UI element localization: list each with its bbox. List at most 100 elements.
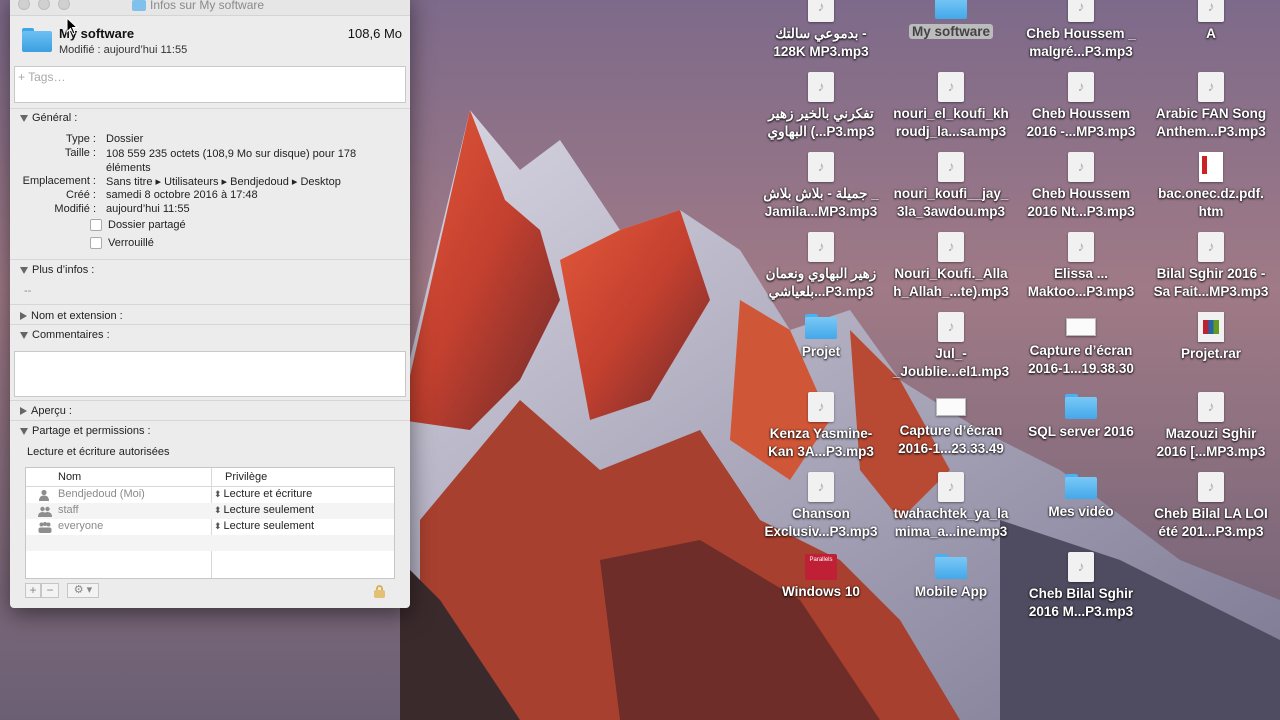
desktop-icon[interactable]: Jul_-_Joublie...el1.mp3 bbox=[885, 312, 1017, 381]
desktop-icon[interactable]: SQL server 2016 bbox=[1015, 392, 1147, 441]
disclosure-triangle-icon bbox=[20, 407, 27, 415]
desktop-icon[interactable]: زهير البهاوي ونعمانبلعياشي...P3.mp3 bbox=[755, 232, 887, 301]
desktop-icon-label: Mazouzi Sghir 2016 [...MP3.mp3 bbox=[1156, 426, 1266, 459]
remove-user-button[interactable]: − bbox=[41, 583, 59, 598]
desktop-icon[interactable]: Cheb Bilal LA LOIété 201...P3.mp3 bbox=[1145, 472, 1277, 541]
desktop-icon[interactable]: Arabic FAN SongAnthem...P3.mp3 bbox=[1145, 72, 1277, 141]
permission-row[interactable]: staff ⬍ Lecture seulement bbox=[26, 503, 394, 519]
privilege-popup[interactable]: ⬍ Lecture seulement bbox=[214, 520, 314, 532]
desktop-icon[interactable]: Mes vidéo bbox=[1015, 472, 1147, 521]
desktop-icon[interactable]: Cheb Houssem2016 Nt...P3.mp3 bbox=[1015, 152, 1147, 221]
desktop-icon[interactable]: Cheb Houssem2016 -...MP3.mp3 bbox=[1015, 72, 1147, 141]
desktop-icon-label: بدموعي سالتك -128K MP3.mp3 bbox=[773, 26, 869, 59]
privilege-popup[interactable]: ⬍ Lecture et écriture bbox=[214, 488, 312, 500]
screenshot-icon bbox=[936, 398, 966, 416]
privilege-popup[interactable]: ⬍ Lecture seulement bbox=[214, 504, 314, 516]
desktop-icon[interactable]: Elissa ...Maktoo...P3.mp3 bbox=[1015, 232, 1147, 301]
desktop-icon-label: Arabic FAN Song Anthem...P3.mp3 bbox=[1155, 106, 1267, 139]
more-info-value: -- bbox=[24, 285, 32, 297]
desktop-icon[interactable]: nouri_el_koufi_khroudj_la...sa.mp3 bbox=[885, 72, 1017, 141]
desktop-icon-label: تفكرني بالخير زهير البهاوي (...P3.mp3 bbox=[767, 106, 875, 139]
desktop-icon-label: Jul_- _Joublie...el1.mp3 bbox=[892, 346, 1010, 379]
disclosure-triangle-icon bbox=[20, 331, 28, 339]
desktop-icon[interactable]: twahachtek_ya_lamima_a...ine.mp3 bbox=[885, 472, 1017, 541]
desktop-icon-label: Cheb Houssem 2016 Nt...P3.mp3 bbox=[1027, 186, 1135, 219]
permission-row[interactable]: Bendjedoud (Moi) ⬍ Lecture et écriture bbox=[26, 487, 394, 503]
section-more-info-toggle[interactable]: Plus d’infos : bbox=[20, 264, 94, 276]
tags-field[interactable]: + Tags… bbox=[14, 66, 406, 103]
audio-file-icon bbox=[808, 152, 834, 182]
section-name-extension-toggle[interactable]: Nom et extension : bbox=[20, 310, 123, 322]
vm-icon: Parallels bbox=[805, 554, 837, 580]
desktop-icon[interactable]: bac.onec.dz.pdf. htm bbox=[1145, 152, 1277, 221]
audio-file-icon bbox=[1068, 0, 1094, 22]
audio-file-icon bbox=[1198, 0, 1224, 22]
audio-file-icon bbox=[808, 72, 834, 102]
shared-folder-checkbox[interactable]: Dossier partagé bbox=[90, 219, 186, 231]
action-gear-button[interactable]: ⚙ ▾ bbox=[67, 583, 99, 598]
zoom-button[interactable] bbox=[58, 0, 70, 10]
desktop-icon-label: Projet bbox=[801, 344, 841, 359]
desktop-icon-label: nouri_el_koufi_kh roudj_la...sa.mp3 bbox=[893, 106, 1009, 139]
permissions-toolbar: + − ⚙ ▾ bbox=[25, 583, 395, 599]
desktop-icon[interactable]: Nouri_Koufi._Allah_Allah_...te).mp3 bbox=[885, 232, 1017, 301]
folder-icon bbox=[1065, 474, 1097, 500]
desktop-icon[interactable]: Mazouzi Sghir2016 [...MP3.mp3 bbox=[1145, 392, 1277, 461]
audio-file-icon bbox=[938, 72, 964, 102]
desktop-icon-label: Cheb Bilal LA LOI été 201...P3.mp3 bbox=[1154, 506, 1268, 539]
permissions-table: Nom Privilège Bendjedoud (Moi) ⬍ Lecture … bbox=[25, 467, 395, 579]
audio-file-icon bbox=[1198, 72, 1224, 102]
desktop-icon-label: Elissa ... Maktoo...P3.mp3 bbox=[1027, 266, 1135, 299]
desktop-icon[interactable]: ChansonExclusiv...P3.mp3 bbox=[755, 472, 887, 541]
add-user-button[interactable]: + bbox=[25, 583, 41, 598]
desktop-icon[interactable]: nouri_koufi__jay_3la_3awdou.mp3 bbox=[885, 152, 1017, 221]
desktop-icon[interactable]: Cheb Bilal Sghir2016 M...P3.mp3 bbox=[1015, 552, 1147, 621]
audio-file-icon bbox=[808, 472, 834, 502]
audio-file-icon bbox=[938, 232, 964, 262]
desktop-icon-label: Windows 10 bbox=[782, 584, 860, 599]
desktop-icon-label: twahachtek_ya_la mima_a...ine.mp3 bbox=[893, 506, 1009, 539]
window-title: Infos sur My software bbox=[132, 0, 264, 12]
html-file-icon bbox=[1199, 152, 1223, 182]
desktop-icon[interactable]: Mobile App bbox=[885, 552, 1017, 601]
window-titlebar[interactable]: Infos sur My software bbox=[10, 0, 410, 16]
desktop-icon[interactable]: Projet bbox=[755, 312, 887, 361]
desktop-icon-label: Cheb Bilal Sghir 2016 M...P3.mp3 bbox=[1028, 586, 1134, 619]
desktop-icon-label: Mobile App bbox=[914, 584, 988, 599]
desktop-icon-label: nouri_koufi__jay_ 3la_3awdou.mp3 bbox=[893, 186, 1009, 219]
desktop-icon[interactable]: تفكرني بالخير زهيرالبهاوي (...P3.mp3 bbox=[755, 72, 887, 141]
item-modified: Modifié : aujourd’hui 11:55 bbox=[59, 44, 188, 56]
section-comments-toggle[interactable]: Commentaires : bbox=[20, 329, 110, 341]
audio-file-icon bbox=[1068, 232, 1094, 262]
mouse-cursor-icon bbox=[66, 17, 78, 35]
lock-icon[interactable] bbox=[374, 585, 385, 598]
section-sharing-toggle[interactable]: Partage et permissions : bbox=[20, 425, 151, 437]
section-preview-toggle[interactable]: Aperçu : bbox=[20, 405, 72, 417]
desktop-icon[interactable]: Projet.rar bbox=[1145, 312, 1277, 363]
column-privilege[interactable]: Privilège bbox=[225, 471, 267, 483]
desktop-icon-label: Cheb Houssem _ malgré...P3.mp3 bbox=[1026, 26, 1136, 59]
desktop-icon[interactable]: My software bbox=[885, 0, 1017, 41]
minimize-button[interactable] bbox=[38, 0, 50, 10]
desktop-icon[interactable]: Cheb Houssem _malgré...P3.mp3 bbox=[1015, 0, 1147, 61]
close-button[interactable] bbox=[18, 0, 30, 10]
desktop-icon[interactable]: Bilal Sghir 2016 -Sa Fait...MP3.mp3 bbox=[1145, 232, 1277, 301]
desktop-icon[interactable]: Kenza Yasmine-Kan 3A...P3.mp3 bbox=[755, 392, 887, 461]
desktop-icon[interactable]: Parallels Windows 10 bbox=[755, 552, 887, 601]
comments-field[interactable] bbox=[14, 351, 406, 397]
sharing-summary: Lecture et écriture autorisées bbox=[27, 446, 170, 458]
desktop-icon[interactable]: Capture d’écran 2016-1...23.33.49 bbox=[885, 392, 1017, 458]
permission-row[interactable]: everyone ⬍ Lecture seulement bbox=[26, 519, 394, 535]
column-name[interactable]: Nom bbox=[58, 471, 81, 483]
desktop-icon[interactable]: Capture d’écran 2016-1...19.38.30 bbox=[1015, 312, 1147, 378]
section-general-toggle[interactable]: Général : bbox=[20, 112, 77, 124]
locked-checkbox[interactable]: Verrouillé bbox=[90, 237, 154, 249]
desktop-icon[interactable]: جميلة - بلاش بلاش _Jamila...MP3.mp3 bbox=[755, 152, 887, 221]
desktop-icon-label: Chanson Exclusiv...P3.mp3 bbox=[764, 506, 878, 539]
desktop-icon[interactable]: بدموعي سالتك -128K MP3.mp3 bbox=[755, 0, 887, 61]
folder-icon bbox=[935, 554, 967, 580]
desktop-icon-label: SQL server 2016 bbox=[1028, 424, 1134, 439]
desktop-icon-label: Kenza Yasmine- Kan 3A...P3.mp3 bbox=[768, 426, 874, 459]
audio-file-icon bbox=[808, 232, 834, 262]
desktop-icon[interactable]: A bbox=[1145, 0, 1277, 43]
